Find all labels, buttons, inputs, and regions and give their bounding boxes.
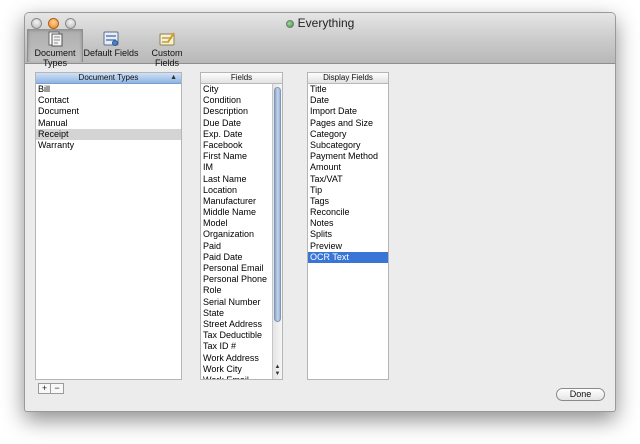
field-item[interactable]: Model [201, 218, 282, 229]
fields-header[interactable]: Fields [201, 73, 282, 84]
display-field-item[interactable]: Preview [308, 241, 388, 252]
document-type-item[interactable]: Receipt [36, 128, 181, 140]
preferences-window: Everything Document Types Default Fields… [24, 12, 616, 412]
field-item[interactable]: Last Name [201, 174, 282, 185]
document-type-item[interactable]: Warranty [36, 140, 181, 151]
document-types-rows: Bill Contact Document Manual Receipt Warranty [36, 84, 181, 151]
scroll-arrows[interactable]: ▲ ▼ [273, 364, 282, 378]
field-item[interactable]: Personal Email [201, 263, 282, 274]
field-item[interactable]: IM [201, 162, 282, 173]
fields-rows: City Condition Description Due Date Exp. Dat… [201, 84, 282, 379]
display-field-item[interactable]: Category [308, 129, 388, 140]
document-type-item[interactable]: Document [36, 106, 181, 117]
field-item[interactable]: Work Address [201, 353, 282, 364]
display-fields-header[interactable]: Display Fields [308, 73, 388, 84]
display-field-item[interactable]: OCR Text [308, 251, 388, 263]
add-document-type-button[interactable]: + [38, 383, 51, 394]
sort-ascending-icon: ▲ [170, 74, 177, 81]
field-item[interactable]: Organization [201, 229, 282, 240]
default-fields-icon [103, 31, 119, 46]
document-types-header[interactable]: Document Types ▲ [36, 73, 181, 84]
display-fields-rows: Title Date Import Date Pages and Size Catego… [308, 84, 388, 263]
title-bar: Everything Document Types Default Fields… [25, 13, 615, 68]
display-field-item[interactable]: Tags [308, 196, 388, 207]
field-item[interactable]: Serial Number [201, 297, 282, 308]
fields-scroll-thumb[interactable] [274, 87, 281, 322]
field-item[interactable]: Tax Deductible [201, 330, 282, 341]
scroll-down-icon[interactable]: ▼ [273, 371, 282, 378]
custom-fields-icon [159, 32, 175, 46]
field-item[interactable]: Due Date [201, 118, 282, 129]
document-types-list[interactable]: Document Types ▲ Bill Contact Document Manu… [35, 72, 182, 380]
status-dot-icon [285, 20, 294, 28]
field-item[interactable]: Location [201, 185, 282, 196]
field-item[interactable]: Condition [201, 95, 282, 106]
display-field-item[interactable]: Title [308, 84, 388, 95]
fields-scrollbar[interactable]: ▲ ▼ [272, 84, 282, 379]
document-type-item[interactable]: Contact [36, 95, 181, 106]
remove-document-type-button[interactable]: − [51, 383, 64, 394]
document-types-icon [48, 31, 63, 47]
field-item[interactable]: City [201, 84, 282, 95]
scroll-up-icon[interactable]: ▲ [273, 364, 282, 371]
field-item[interactable]: Street Address [201, 319, 282, 330]
display-field-item[interactable]: Payment Method [308, 151, 388, 162]
field-item[interactable]: State [201, 308, 282, 319]
toolbar: Document Types Default Fields Custom Fie… [27, 29, 195, 68]
field-item[interactable]: Paid [201, 241, 282, 252]
field-item[interactable]: Personal Phone [201, 274, 282, 285]
field-item[interactable]: Exp. Date [201, 129, 282, 140]
field-item[interactable]: Paid Date [201, 252, 282, 263]
toolbar-document-types[interactable]: Document Types [27, 29, 83, 68]
fields-list[interactable]: Fields City Condition Description Due Date E… [200, 72, 283, 380]
add-remove-buttons: + − [38, 383, 64, 394]
toolbar-custom-fields[interactable]: Custom Fields [139, 29, 195, 68]
display-field-item[interactable]: Splits [308, 229, 388, 240]
field-item[interactable]: Facebook [201, 140, 282, 151]
window-title: Everything [25, 16, 615, 30]
field-item[interactable]: First Name [201, 151, 282, 162]
display-field-item[interactable]: Amount [308, 162, 388, 173]
display-field-item[interactable]: Pages and Size [308, 118, 388, 129]
field-item[interactable]: Manufacturer [201, 196, 282, 207]
field-item[interactable]: Middle Name [201, 207, 282, 218]
display-field-item[interactable]: Tip [308, 185, 388, 196]
display-field-item[interactable]: Notes [308, 218, 388, 229]
display-fields-list[interactable]: Display Fields Title Date Import Date Pages… [307, 72, 389, 380]
display-field-item[interactable]: Import Date [308, 106, 388, 117]
document-type-item[interactable]: Bill [36, 84, 181, 95]
display-field-item[interactable]: Date [308, 95, 388, 106]
toolbar-default-fields[interactable]: Default Fields [83, 29, 139, 62]
display-field-item[interactable]: Reconcile [308, 207, 388, 218]
field-item[interactable]: Role [201, 285, 282, 296]
field-item[interactable]: Description [201, 106, 282, 117]
display-field-item[interactable]: Subcategory [308, 140, 388, 151]
display-field-item[interactable]: Tax/VAT [308, 174, 388, 185]
field-item[interactable]: Tax ID # [201, 341, 282, 352]
field-item[interactable]: Work City [201, 364, 282, 375]
document-type-item[interactable]: Manual [36, 118, 181, 129]
done-button[interactable]: Done [556, 388, 605, 401]
field-item[interactable]: Work Email [201, 375, 282, 379]
